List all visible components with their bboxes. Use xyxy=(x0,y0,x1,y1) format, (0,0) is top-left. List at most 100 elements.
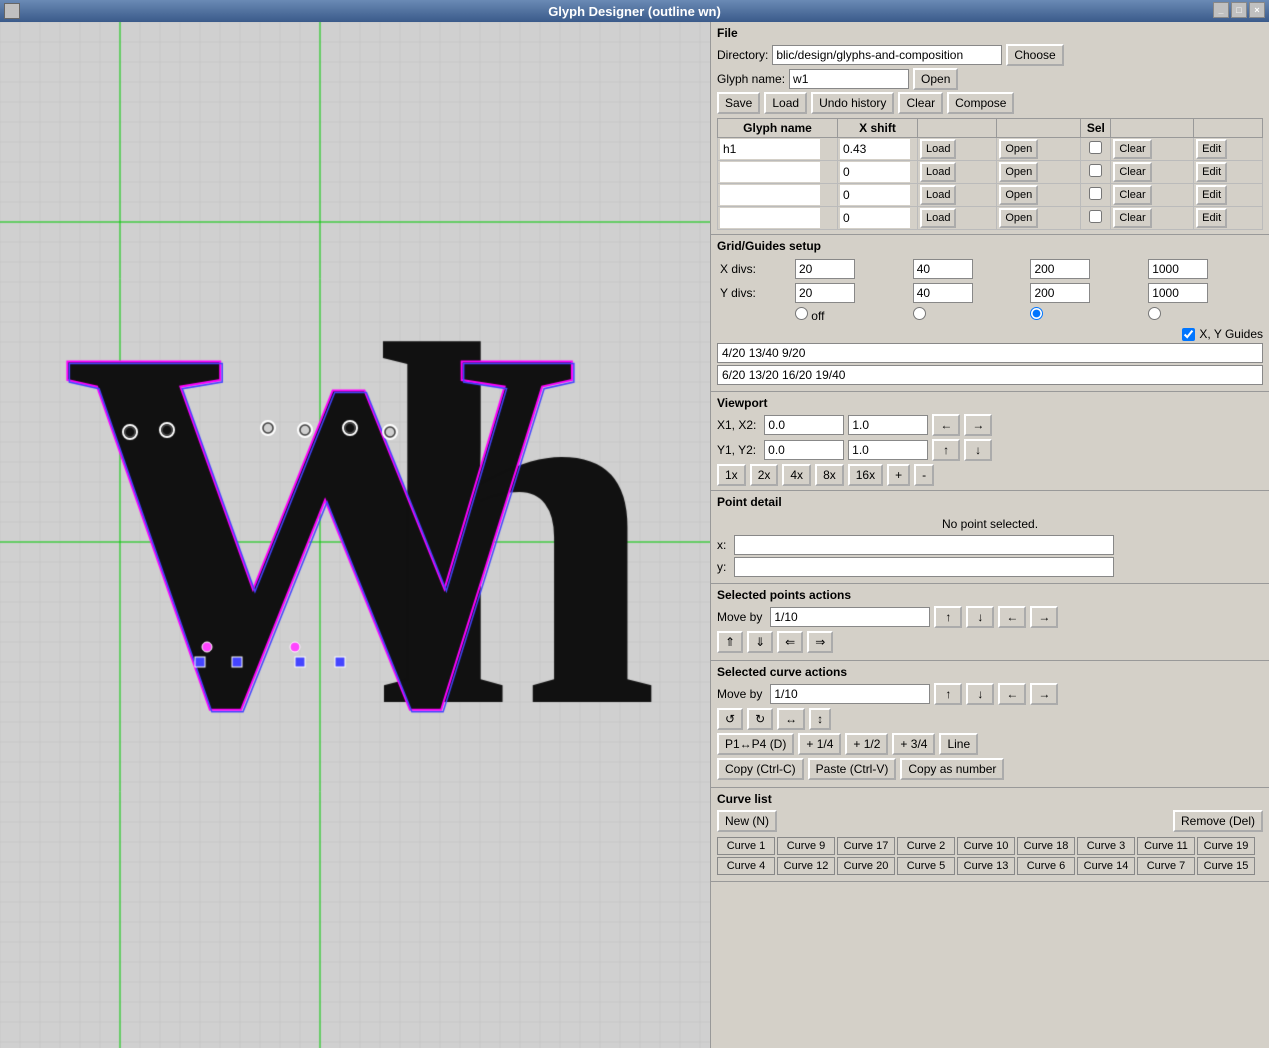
open-row-3[interactable]: Open xyxy=(999,208,1038,228)
glyph-name-cell-1[interactable] xyxy=(720,162,820,182)
radio-off-label[interactable]: off xyxy=(795,309,824,323)
curve-ccw[interactable]: ↺ xyxy=(717,708,743,730)
y-div-3[interactable] xyxy=(1030,283,1090,303)
curve-up[interactable]: ↑ xyxy=(934,683,962,705)
clear-row-2[interactable]: Clear xyxy=(1113,185,1151,205)
x-div-3[interactable] xyxy=(1030,259,1090,279)
curve-item[interactable]: Curve 12 xyxy=(777,857,835,875)
new-curve-button[interactable]: New (N) xyxy=(717,810,777,832)
glyph-name-input[interactable] xyxy=(789,69,909,89)
line-button[interactable]: Line xyxy=(939,733,978,755)
glyph-name-cell-3[interactable] xyxy=(720,208,820,228)
curve-item[interactable]: Curve 3 xyxy=(1077,837,1135,855)
copy-button[interactable]: Copy (Ctrl-C) xyxy=(717,758,804,780)
x1-input[interactable] xyxy=(764,415,844,435)
y-input[interactable] xyxy=(734,557,1114,577)
choose-button[interactable]: Choose xyxy=(1006,44,1063,66)
curve-item[interactable]: Curve 4 xyxy=(717,857,775,875)
open-button[interactable]: Open xyxy=(913,68,958,90)
xshift-cell-2[interactable] xyxy=(840,185,910,205)
radio-3[interactable] xyxy=(1030,307,1043,320)
copy-as-number-button[interactable]: Copy as number xyxy=(900,758,1004,780)
clear-row-1[interactable]: Clear xyxy=(1113,162,1151,182)
x-input[interactable] xyxy=(734,535,1114,555)
points-align-left[interactable]: ⇐ xyxy=(777,631,803,653)
sel-checkbox-2[interactable] xyxy=(1089,187,1102,200)
plus-1-4-button[interactable]: + 1/4 xyxy=(798,733,841,755)
edit-row-2[interactable]: Edit xyxy=(1196,185,1227,205)
maximize-button[interactable]: □ xyxy=(1231,2,1247,18)
plus-3-4-button[interactable]: + 3/4 xyxy=(892,733,935,755)
load-button[interactable]: Load xyxy=(764,92,807,114)
zoom-plus[interactable]: + xyxy=(887,464,910,486)
points-align-right[interactable]: ⇒ xyxy=(807,631,833,653)
zoom-minus[interactable]: - xyxy=(914,464,934,486)
edit-row-1[interactable]: Edit xyxy=(1196,162,1227,182)
x-div-1[interactable] xyxy=(795,259,855,279)
zoom-2x[interactable]: 2x xyxy=(750,464,779,486)
zoom-16x[interactable]: 16x xyxy=(848,464,883,486)
sel-checkbox-0[interactable] xyxy=(1089,141,1102,154)
curve-item[interactable]: Curve 2 xyxy=(897,837,955,855)
curve-down[interactable]: ↓ xyxy=(966,683,994,705)
load-row-0[interactable]: Load xyxy=(920,139,956,159)
curve-item[interactable]: Curve 18 xyxy=(1017,837,1075,855)
open-row-2[interactable]: Open xyxy=(999,185,1038,205)
zoom-1x[interactable]: 1x xyxy=(717,464,746,486)
edit-row-0[interactable]: Edit xyxy=(1196,139,1227,159)
y-div-2[interactable] xyxy=(913,283,973,303)
x-right-button[interactable]: → xyxy=(964,414,992,436)
sel-checkbox-1[interactable] xyxy=(1089,164,1102,177)
y-div-4[interactable] xyxy=(1148,283,1208,303)
curve-item[interactable]: Curve 11 xyxy=(1137,837,1195,855)
open-row-1[interactable]: Open xyxy=(999,162,1038,182)
points-double-down[interactable]: ⇓ xyxy=(747,631,773,653)
curve-item[interactable]: Curve 9 xyxy=(777,837,835,855)
curve-cw[interactable]: ↻ xyxy=(747,708,773,730)
clear-row-0[interactable]: Clear xyxy=(1113,139,1151,159)
curve-right[interactable]: → xyxy=(1030,683,1058,705)
radio-2[interactable] xyxy=(913,307,926,320)
x-div-4[interactable] xyxy=(1148,259,1208,279)
curve-move-input[interactable] xyxy=(770,684,930,704)
edit-row-3[interactable]: Edit xyxy=(1196,208,1227,228)
curve-item[interactable]: Curve 14 xyxy=(1077,857,1135,875)
load-row-3[interactable]: Load xyxy=(920,208,956,228)
x-left-button[interactable]: ← xyxy=(932,414,960,436)
zoom-4x[interactable]: 4x xyxy=(782,464,811,486)
plus-1-2-button[interactable]: + 1/2 xyxy=(845,733,888,755)
glyph-name-cell-2[interactable] xyxy=(720,185,820,205)
x2-input[interactable] xyxy=(848,415,928,435)
y-down-button[interactable]: ↓ xyxy=(964,439,992,461)
save-button[interactable]: Save xyxy=(717,92,760,114)
curve-flip-h[interactable]: ↔ xyxy=(777,708,805,730)
y2-input[interactable] xyxy=(848,440,928,460)
curve-item[interactable]: Curve 13 xyxy=(957,857,1015,875)
load-row-1[interactable]: Load xyxy=(920,162,956,182)
curve-left[interactable]: ← xyxy=(998,683,1026,705)
canvas-area[interactable] xyxy=(0,22,710,1048)
points-move-input[interactable] xyxy=(770,607,930,627)
xshift-cell-1[interactable] xyxy=(840,162,910,182)
curve-item[interactable]: Curve 17 xyxy=(837,837,895,855)
xshift-cell-0[interactable] xyxy=(840,139,910,159)
y-up-button[interactable]: ↑ xyxy=(932,439,960,461)
y-div-1[interactable] xyxy=(795,283,855,303)
guide-line-2[interactable]: 6/20 13/20 16/20 19/40 xyxy=(717,365,1263,385)
curve-flip-v[interactable]: ↕ xyxy=(809,708,831,730)
radio-4[interactable] xyxy=(1148,307,1161,320)
open-row-0[interactable]: Open xyxy=(999,139,1038,159)
compose-button[interactable]: Compose xyxy=(947,92,1014,114)
points-up[interactable]: ↑ xyxy=(934,606,962,628)
glyph-name-cell-0[interactable] xyxy=(720,139,820,159)
radio-off[interactable] xyxy=(795,307,808,320)
points-left[interactable]: ← xyxy=(998,606,1026,628)
glyph-canvas[interactable] xyxy=(0,22,710,1048)
clear-button[interactable]: Clear xyxy=(898,92,943,114)
points-down[interactable]: ↓ xyxy=(966,606,994,628)
curve-item[interactable]: Curve 1 xyxy=(717,837,775,855)
curve-item[interactable]: Curve 19 xyxy=(1197,837,1255,855)
undo-history-button[interactable]: Undo history xyxy=(811,92,894,114)
curve-item[interactable]: Curve 10 xyxy=(957,837,1015,855)
paste-button[interactable]: Paste (Ctrl-V) xyxy=(808,758,897,780)
